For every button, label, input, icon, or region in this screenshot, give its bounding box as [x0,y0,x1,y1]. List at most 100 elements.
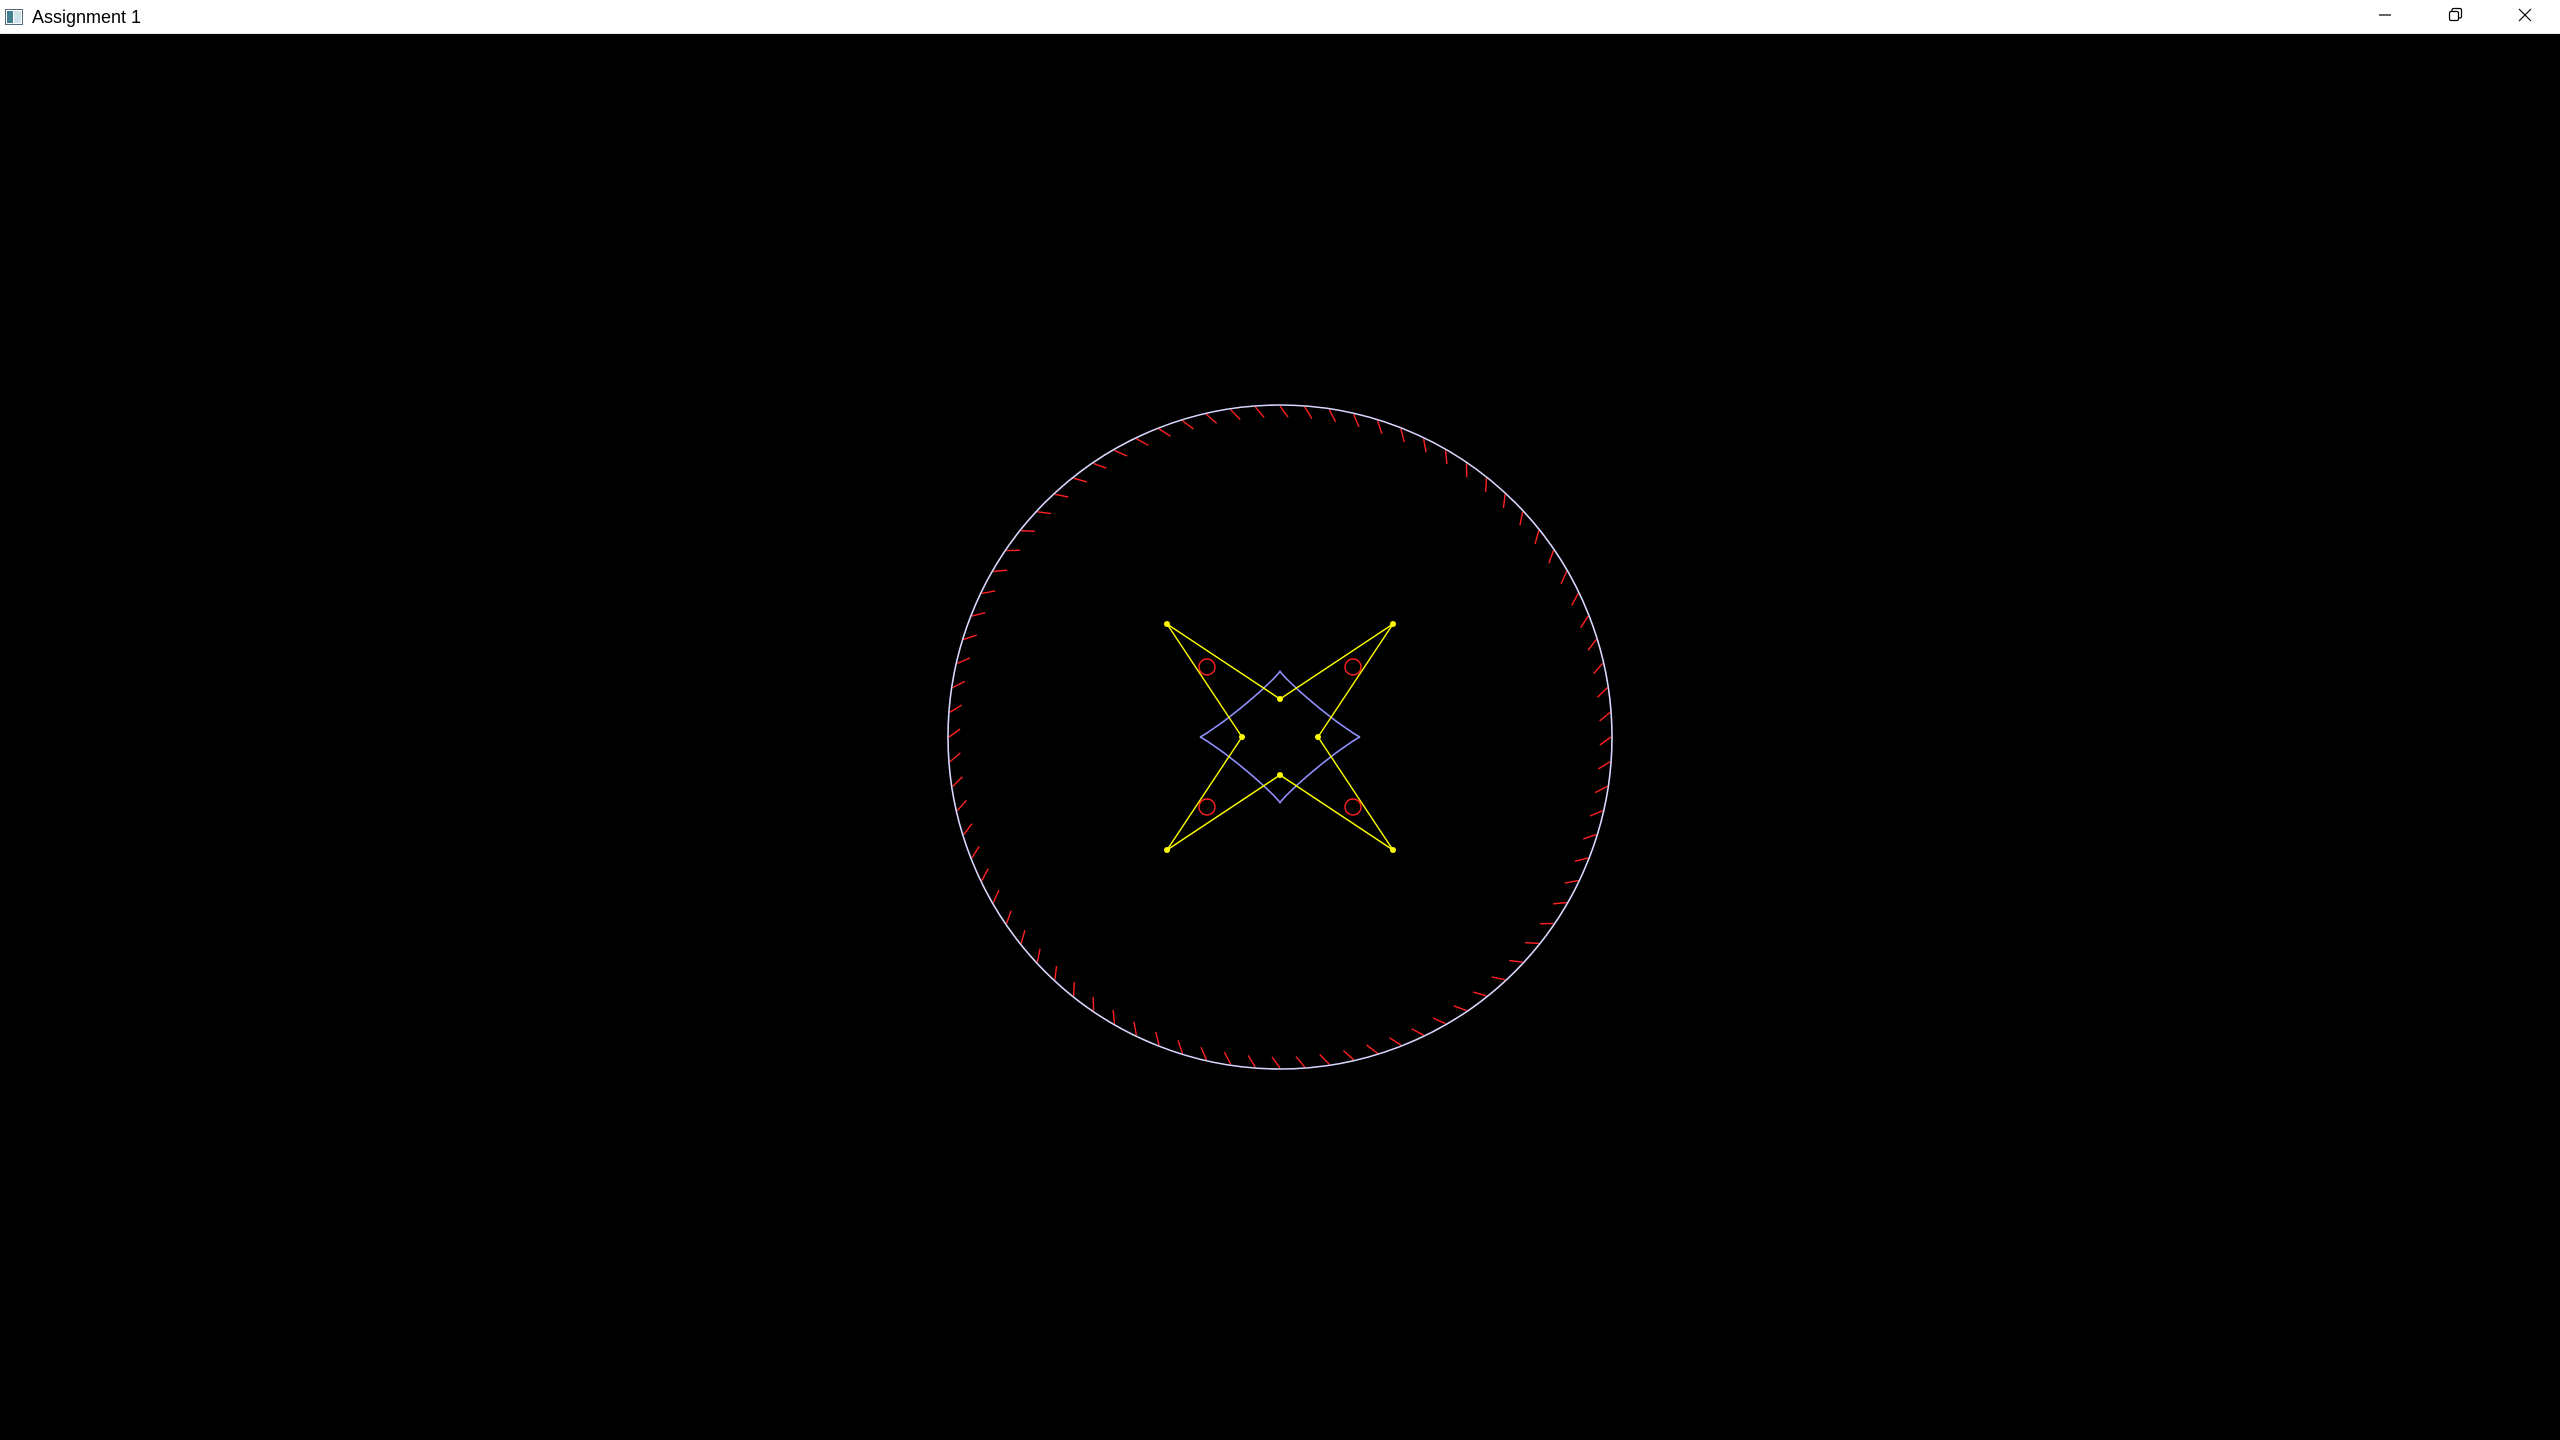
astroid-curve [1199,669,1361,805]
tick-mark [1254,406,1265,418]
tick-mark [1342,1050,1355,1061]
control-point[interactable] [1164,847,1170,853]
control-point[interactable] [1164,621,1170,627]
tick-mark [1366,1044,1378,1054]
tick-mark [1502,494,1506,509]
tick-mark [1376,420,1383,434]
title-bar[interactable]: Assignment 1 [0,0,2560,34]
tick-mark [1304,406,1313,419]
close-button[interactable] [2490,0,2560,34]
tick-mark [1021,529,1035,532]
tick-mark [1353,414,1360,428]
tick-mark [1389,1037,1402,1046]
tick-mark [1155,1031,1160,1046]
tick-mark [1177,1040,1184,1054]
circle-tick-marks [948,405,1612,1069]
scene-drawing [947,404,1613,1070]
tick-mark [992,889,1000,903]
tick-mark [1073,477,1087,483]
tick-mark [1020,930,1026,944]
tick-mark [1319,1054,1330,1065]
tick-mark [956,799,967,812]
tick-mark [993,569,1008,573]
window-controls [2350,0,2560,34]
control-point[interactable] [1277,772,1283,778]
corner-loop [1198,658,1216,676]
tick-mark [1114,449,1128,457]
tick-mark [952,680,966,689]
tick-mark [1133,1021,1138,1036]
corner-loops [1198,658,1362,816]
opengl-canvas[interactable] [0,34,2560,1440]
tick-mark [1599,736,1612,746]
tick-mark [1534,530,1540,544]
control-polygon-edge [1317,736,1394,851]
tick-mark [1589,810,1603,817]
control-points [1164,621,1396,853]
tick-mark [952,776,963,787]
tick-mark [1036,948,1041,963]
app-window: Assignment 1 [0,0,2560,1440]
tick-mark [1453,1005,1467,1012]
tick-mark [1548,550,1555,564]
tick-mark [1271,1056,1281,1069]
restore-icon [2447,7,2463,28]
control-point[interactable] [1390,847,1396,853]
tick-mark [971,846,980,859]
tick-mark [1574,857,1589,862]
control-polygon-edge [1279,774,1394,851]
control-polygon-edge [1166,623,1243,738]
tick-mark [981,590,996,595]
tick-mark [1508,959,1523,963]
tick-mark [1587,639,1597,651]
corner-loop [1344,658,1362,676]
tick-mark [1005,910,1012,924]
tick-mark [1598,761,1611,770]
tick-mark [1072,982,1075,996]
corner-loop [1198,798,1216,816]
tick-mark [1485,478,1488,492]
tick-mark [1054,965,1058,980]
tick-mark [1491,976,1506,981]
tick-mark [1247,1055,1256,1068]
control-point[interactable] [1390,621,1396,627]
maximize-button[interactable] [2420,0,2490,34]
control-polygon-edge [1166,774,1281,851]
tick-mark [1593,662,1604,675]
tick-mark [1112,1009,1116,1024]
tick-mark [971,612,986,617]
tick-mark [1400,428,1405,443]
tick-mark [1473,991,1487,997]
tick-mark [1411,1028,1424,1036]
tick-mark [1422,438,1427,453]
tick-mark [1182,420,1194,430]
control-point[interactable] [1239,734,1245,740]
tick-mark [1525,942,1539,945]
tick-mark [1564,879,1579,884]
tick-mark [948,728,961,738]
tick-mark [949,704,962,713]
tick-mark [957,657,971,664]
tick-mark [1054,493,1069,498]
tick-mark [1037,511,1052,515]
tick-mark [1560,571,1568,585]
tick-mark [981,868,989,881]
window-app-icon [4,8,24,26]
minimize-button[interactable] [2350,0,2420,34]
corner-loop [1344,798,1362,816]
control-point[interactable] [1315,734,1321,740]
astroid-group [1164,621,1396,853]
tick-mark [1580,615,1589,628]
tick-mark [1583,833,1597,840]
control-point[interactable] [1277,696,1283,702]
tick-mark [963,634,977,641]
tick-mark [1552,901,1567,905]
control-polygon-edge [1166,736,1243,851]
control-polygon-edge [1166,623,1281,700]
tick-mark [1594,785,1608,794]
tick-mark [1519,511,1524,526]
tick-mark [1432,1017,1446,1025]
tick-mark [1223,1051,1232,1065]
minimize-icon [2377,7,2393,28]
tick-mark [1597,687,1608,698]
